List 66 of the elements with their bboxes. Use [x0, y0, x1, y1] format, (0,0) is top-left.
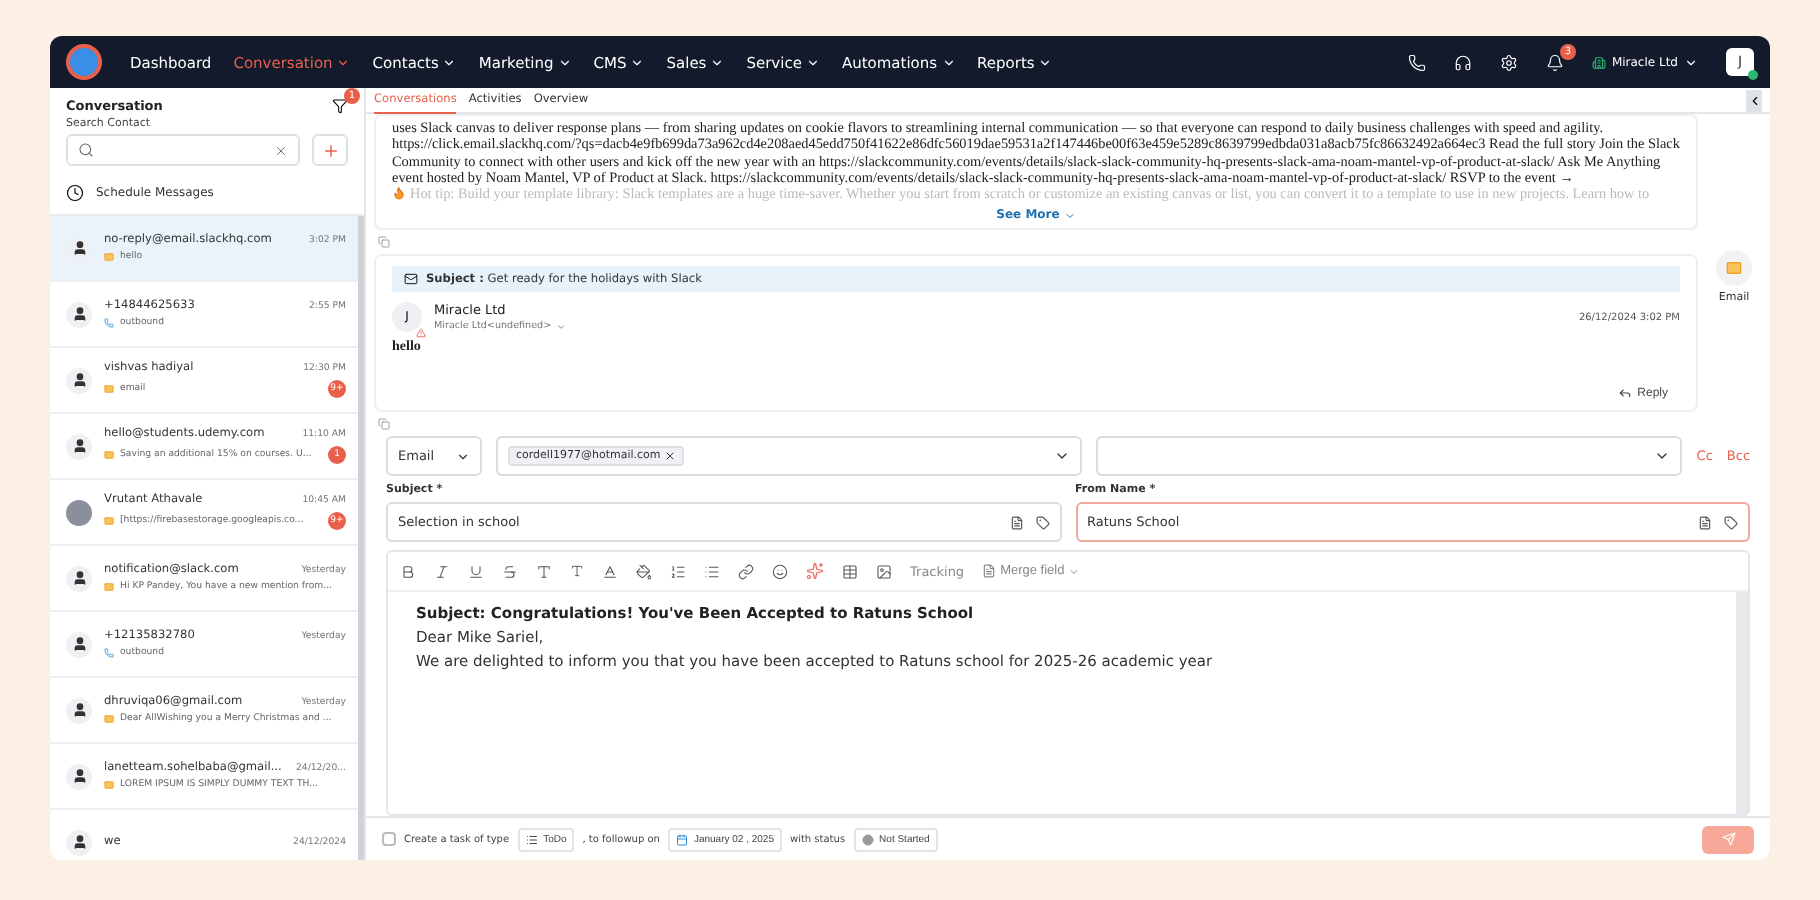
document-icon[interactable]	[1698, 515, 1712, 530]
send-icon	[1721, 832, 1735, 846]
chevron-down-icon	[557, 55, 572, 69]
search-field[interactable]	[66, 134, 300, 166]
document-icon	[982, 564, 997, 579]
tag-icon[interactable]	[1035, 515, 1049, 530]
chevron-down-icon	[1063, 209, 1076, 222]
emoji-icon[interactable]	[772, 563, 788, 580]
search-icon	[78, 142, 94, 158]
app-logo[interactable]	[66, 44, 102, 80]
clock-icon	[66, 184, 84, 202]
text-size-icon[interactable]	[536, 563, 552, 580]
tag-icon[interactable]	[1724, 515, 1738, 530]
envelope-icon	[104, 252, 114, 262]
sparkle-icon[interactable]	[806, 562, 824, 581]
envelope-icon	[104, 384, 114, 394]
bullet-list-icon[interactable]	[704, 563, 720, 580]
image-icon[interactable]	[876, 563, 892, 580]
building-icon	[1591, 55, 1606, 69]
bold-icon[interactable]	[400, 563, 416, 580]
headset-icon[interactable]	[1453, 53, 1472, 71]
envelope-icon	[104, 714, 114, 724]
numbered-list-icon[interactable]	[670, 563, 686, 580]
link-icon[interactable]	[738, 563, 754, 580]
chevron-left-icon	[1747, 93, 1761, 107]
table-icon[interactable]	[842, 563, 858, 580]
envelope-icon	[104, 780, 114, 790]
bell-icon[interactable]	[1545, 53, 1564, 71]
close-icon	[274, 143, 288, 157]
document-icon[interactable]	[1009, 515, 1023, 530]
list-icon	[525, 833, 538, 845]
envelope-icon	[404, 272, 418, 287]
warning-icon	[416, 328, 426, 339]
flame-icon	[392, 186, 406, 201]
fill-color-icon[interactable]	[636, 563, 652, 580]
filter-icon[interactable]	[332, 98, 348, 114]
phone-icon	[104, 648, 114, 658]
collapse-button[interactable]	[1746, 89, 1762, 111]
chevron-down-icon	[630, 55, 645, 69]
italic-icon[interactable]	[434, 563, 450, 580]
text-color-icon[interactable]	[602, 563, 618, 580]
task-checkbox[interactable]	[382, 832, 396, 846]
close-icon[interactable]	[664, 450, 677, 463]
chevron-down-icon	[710, 55, 725, 69]
envelope-icon	[104, 516, 114, 526]
envelope-icon	[104, 582, 114, 592]
chevron-down-icon	[805, 55, 820, 69]
status-dot-icon	[861, 833, 874, 845]
chevron-down-icon	[1684, 55, 1698, 69]
calendar-icon	[675, 833, 688, 845]
reply-icon	[1617, 386, 1632, 401]
underline-icon[interactable]	[468, 563, 484, 580]
plus-icon	[321, 141, 339, 159]
chevron-down-icon	[336, 55, 351, 69]
phone-icon[interactable]	[1407, 53, 1426, 71]
chevron-down-icon	[1068, 565, 1081, 578]
text-style-icon[interactable]	[570, 564, 584, 579]
chevron-down-icon	[1038, 55, 1053, 69]
chevron-down-icon	[456, 449, 470, 464]
phone-icon	[104, 318, 114, 328]
chevron-down-icon	[442, 55, 457, 69]
strikethrough-icon[interactable]	[502, 563, 518, 580]
chevron-down-icon	[555, 322, 566, 333]
chevron-down-icon	[941, 55, 956, 69]
envelope-icon	[104, 450, 114, 460]
settings-icon[interactable]	[1499, 53, 1518, 71]
